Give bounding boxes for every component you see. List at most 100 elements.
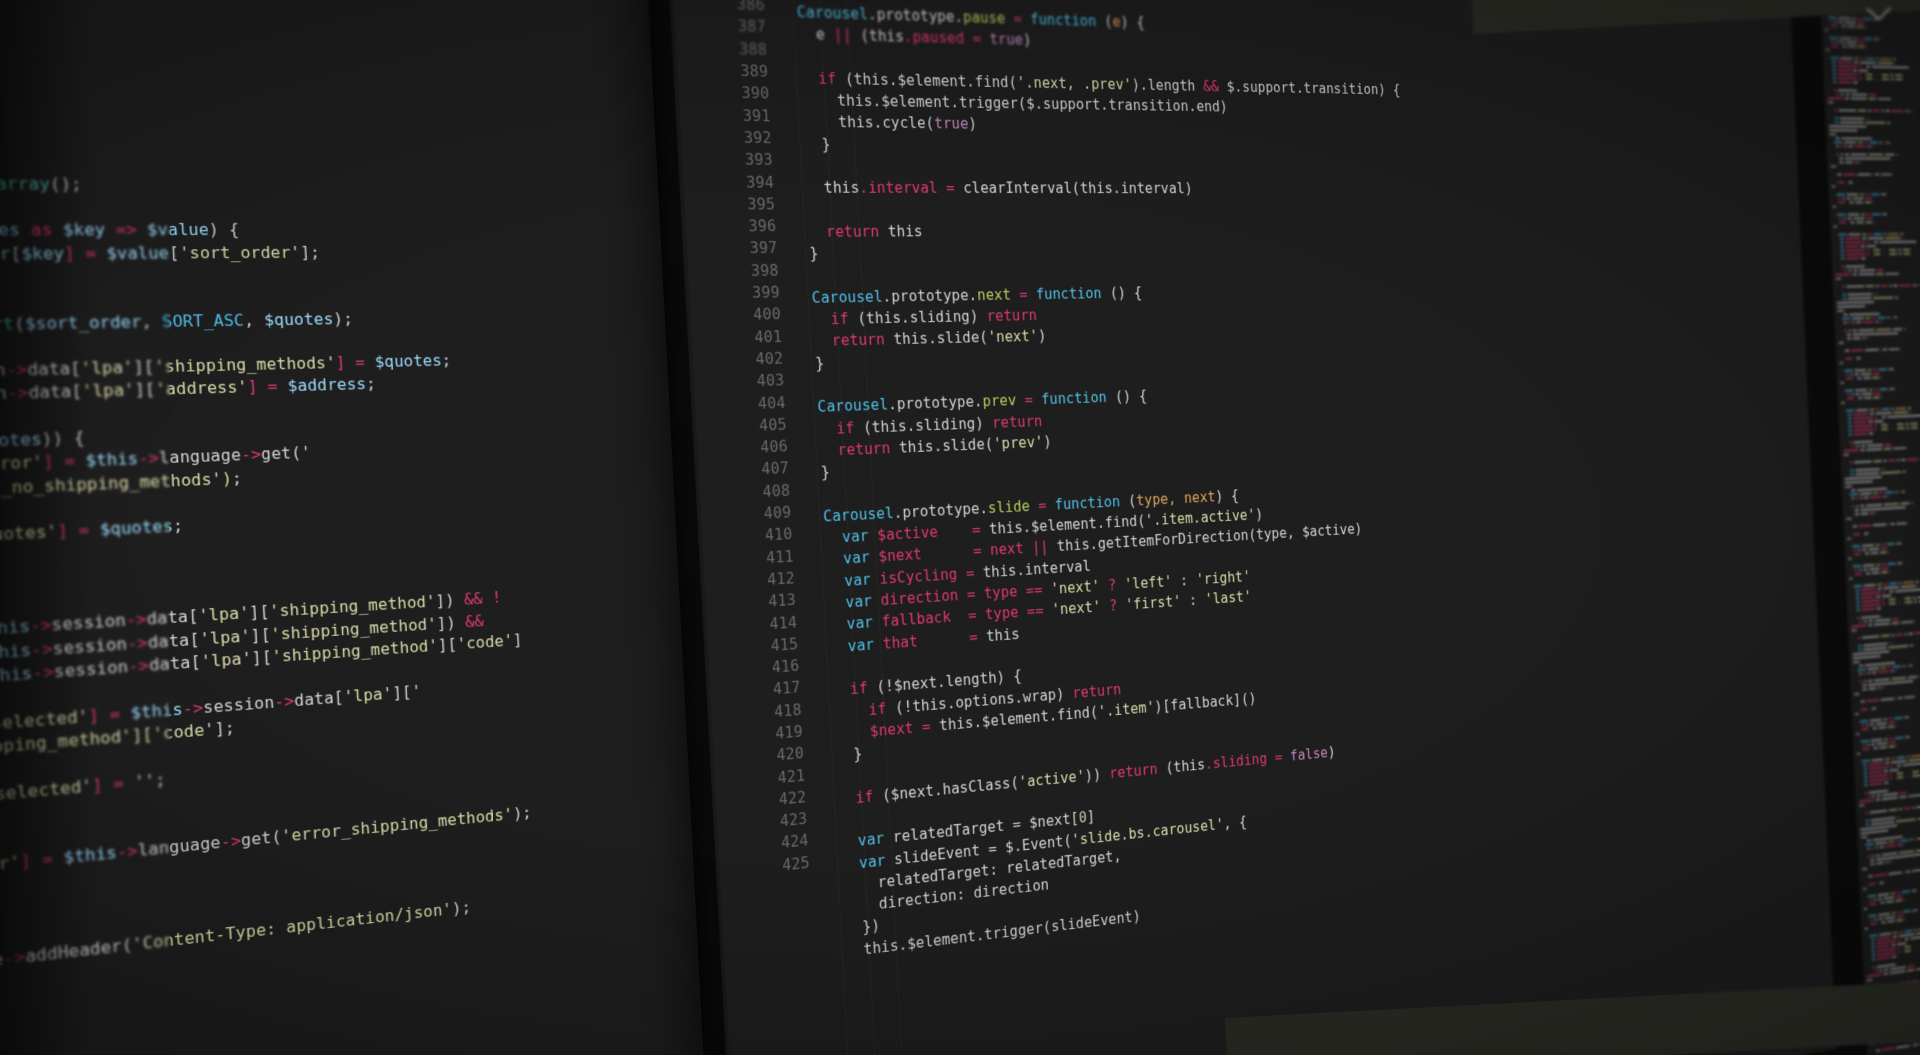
code-token: 'lpa' (81, 381, 136, 402)
code-token: ] = (335, 353, 376, 373)
code-token: return (991, 412, 1043, 432)
code-token: = (1029, 496, 1056, 515)
minimap-line (1829, 113, 1920, 116)
code-token: : (1171, 571, 1197, 590)
minimap-line (1831, 161, 1920, 164)
code-token: this (887, 222, 924, 241)
minimap-line (1829, 129, 1920, 132)
chevron-down-icon[interactable] (1861, 1, 1896, 27)
code-token: e (815, 25, 835, 44)
code-token: if (868, 699, 887, 719)
code-token: data (147, 630, 190, 652)
code-token: (! (885, 697, 913, 718)
code-token: this (837, 113, 875, 132)
line-number: 390 (741, 84, 770, 103)
code-token: function (1054, 493, 1121, 514)
code-token: var (858, 851, 886, 872)
minimap-line (1836, 280, 1920, 284)
code-token: (); (49, 174, 83, 194)
minimap-line (1835, 276, 1920, 280)
code-token: this (982, 561, 1017, 581)
code-token: .slide( (927, 329, 989, 348)
code-token: return (1108, 760, 1158, 782)
code-token: .slide( (933, 435, 994, 456)
right-editor-pane[interactable]: 3823833843853863873883893903913923933943… (664, 0, 1837, 1055)
minimap-line (1827, 69, 1920, 73)
code-token: } (791, 244, 819, 263)
minimap-line (1832, 181, 1920, 184)
code-token: $quotes (374, 352, 443, 372)
code-token: this (893, 330, 929, 349)
code-token: 'next' (1050, 577, 1101, 598)
code-token: ; (365, 375, 377, 394)
minimap-line (1836, 284, 1920, 288)
code-token: () { (1106, 387, 1148, 407)
code-token: ); (332, 309, 354, 328)
code-token: ) (968, 115, 978, 134)
code-token: 'next' (987, 327, 1039, 347)
minimap-line (1836, 288, 1920, 292)
code-token: -> (116, 841, 139, 863)
code-token: '' (133, 771, 156, 792)
code-token: ) (1037, 327, 1047, 346)
code-token: 'lpa' (80, 358, 134, 379)
code-token: .cycle( (873, 114, 935, 133)
line-number: 392 (743, 128, 773, 148)
minimap-line (1835, 272, 1920, 276)
code-token: 'prev' (992, 433, 1044, 453)
line-number: 398 (750, 261, 780, 280)
minimap-line (1837, 296, 1920, 300)
line-number: 389 (740, 62, 769, 81)
minimap-line (1829, 117, 1920, 120)
code-line[interactable] (0, 195, 791, 220)
code-token: language (158, 446, 242, 468)
code-token: 'next' (1051, 598, 1102, 619)
minimap-line (1834, 240, 1920, 244)
code-token: ][ (250, 625, 272, 646)
minimap-line (1832, 197, 1920, 200)
minimap-line (1826, 65, 1920, 69)
code-token: && (464, 612, 485, 631)
code-token: prev (982, 392, 1017, 411)
minimap-line (1834, 245, 1920, 248)
code-token: -> (6, 383, 30, 404)
code-token: (' (290, 444, 312, 463)
code-token: '.next, .prev' (1016, 73, 1133, 94)
code-token: true (989, 30, 1024, 49)
code-token: data (293, 688, 335, 710)
code-line[interactable]: foreach ($quotes as $key => $value) { (0, 219, 792, 243)
code-token: -> (125, 610, 148, 631)
code-token: return (831, 331, 886, 350)
minimap-line (1832, 205, 1920, 208)
code-token: Carousel (796, 3, 869, 24)
code-token: session (50, 611, 127, 635)
right-code-area[interactable]: Carousel.prototype.pause = function (e) … (773, 0, 1836, 1055)
code-token: ( (1119, 492, 1137, 510)
code-token: -> (127, 656, 150, 677)
code-token: if (835, 419, 855, 438)
minimap-far-right[interactable] (1818, 0, 1920, 1055)
code-token: ; (154, 770, 167, 790)
code-token: array_multisort (0, 314, 15, 336)
code-token: true (933, 115, 969, 133)
minimap-line (1830, 137, 1920, 140)
code-token: && (1202, 77, 1220, 95)
code-token: || (1031, 538, 1050, 557)
code-token: if (855, 787, 874, 807)
minimap-line (1828, 93, 1920, 96)
code-token: as (30, 221, 53, 240)
code-line[interactable]: this.interval = clearInterval(this.inter… (788, 177, 1799, 199)
code-token: ] = (19, 849, 65, 873)
code-token: , (141, 312, 163, 332)
code-token: this (836, 91, 873, 111)
code-token: $sort_order (24, 312, 142, 333)
code-token: slide (987, 497, 1031, 517)
minimap-line (1827, 81, 1920, 85)
line-number: 401 (754, 327, 783, 347)
code-token: var (841, 527, 870, 547)
code-token: var (857, 829, 885, 851)
